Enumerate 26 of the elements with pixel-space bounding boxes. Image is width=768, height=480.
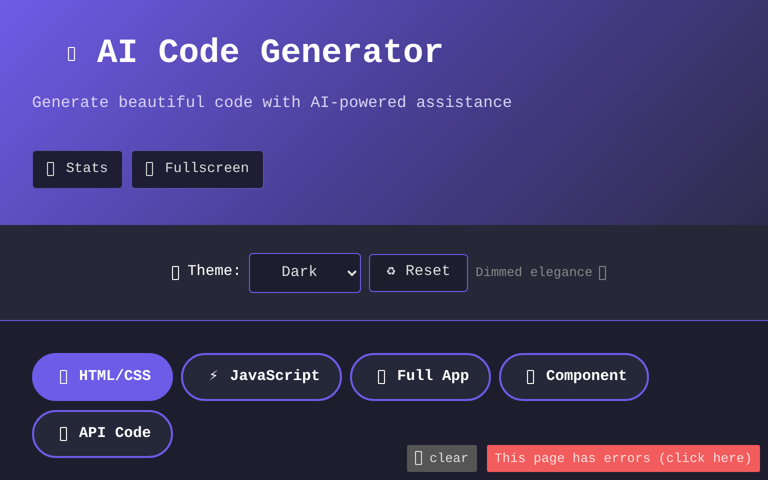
tab[interactable]: Component: [499, 353, 650, 401]
subtitle: Generate beautiful code with AI-powered assistance: [32, 92, 514, 114]
theme-description: Dimmed elegance: [476, 264, 593, 282]
tab[interactable]: ⚡ JavaScript: [181, 353, 342, 401]
reset-button[interactable]: ♻ Reset: [369, 254, 468, 292]
clear-button[interactable]: clear: [406, 444, 477, 472]
missing-glyph-icon: [378, 370, 386, 384]
tab[interactable]: API Code: [32, 410, 174, 458]
missing-glyph-icon: [414, 451, 422, 466]
header-button[interactable]: Fullscreen: [131, 150, 264, 189]
theme-label: Theme:: [187, 262, 242, 282]
symbol-icon: ♻: [386, 261, 396, 284]
missing-glyph-icon: [527, 370, 534, 384]
missing-glyph-icon: [60, 370, 67, 384]
missing-glyph-icon: [60, 427, 67, 441]
header-button[interactable]: Stats: [32, 150, 124, 189]
missing-glyph-icon: [598, 266, 606, 280]
tab[interactable]: HTML/CSS: [32, 353, 174, 401]
app-title: AI Code Generator: [97, 34, 444, 75]
theme-select[interactable]: Dark: [249, 252, 362, 292]
missing-glyph-icon: [172, 266, 180, 280]
missing-glyph-icon: [146, 162, 154, 176]
missing-glyph-icon: [68, 47, 75, 62]
tab[interactable]: Full App: [350, 353, 492, 401]
symbol-icon: ⚡: [209, 366, 218, 388]
missing-glyph-icon: [47, 162, 54, 176]
